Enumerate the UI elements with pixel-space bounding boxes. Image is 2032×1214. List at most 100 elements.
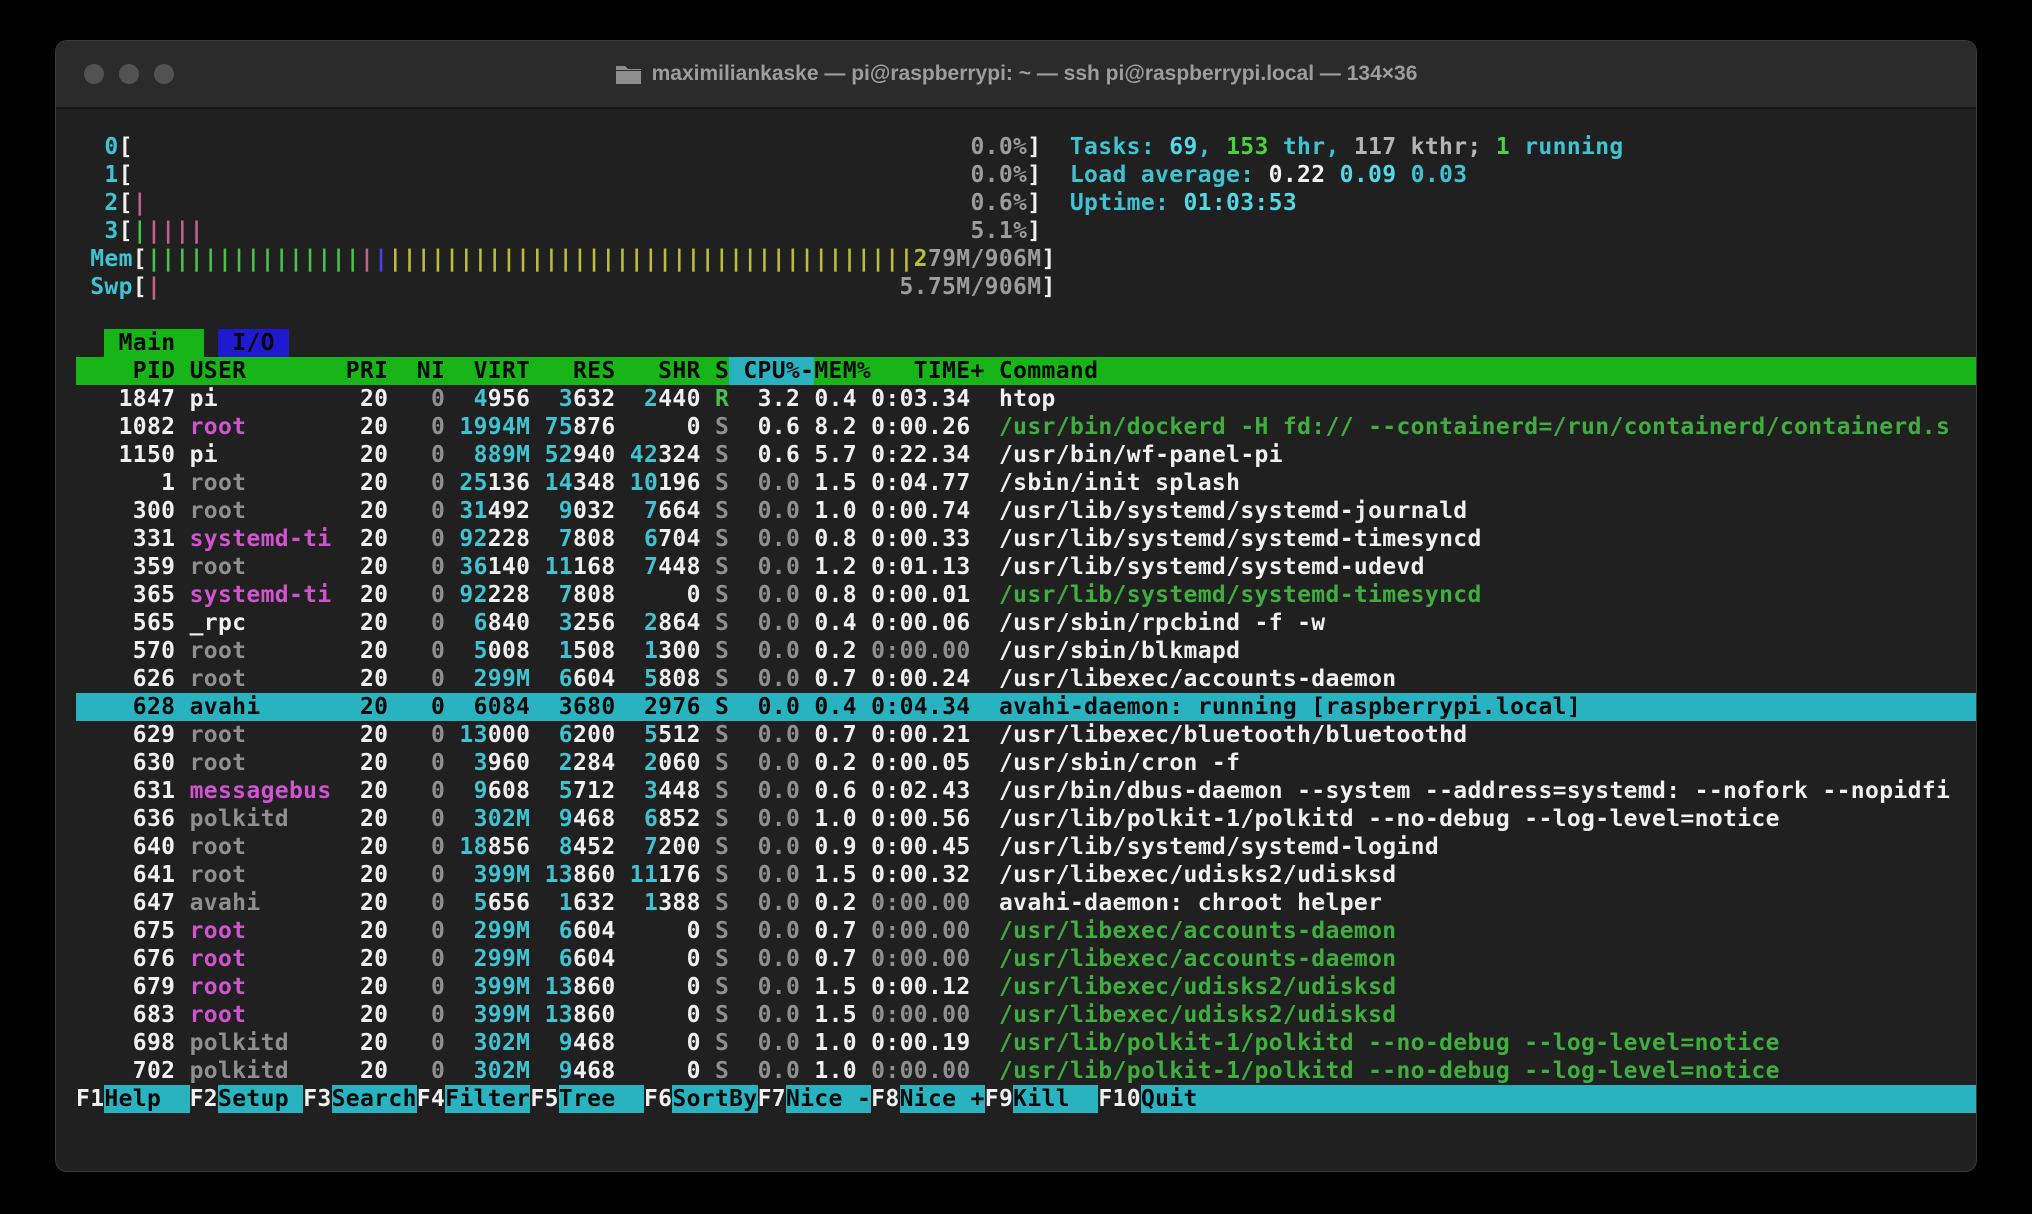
- memory-value: 860: [573, 973, 616, 1001]
- time-cell: 0:00.01: [857, 581, 971, 609]
- text-segment: [175, 525, 189, 553]
- close-button[interactable]: [84, 64, 104, 84]
- mem-meter: Mem[||||||||||||||||||||||||||||||||||||…: [76, 245, 1976, 273]
- command-cell: /usr/lib/systemd/systemd-timesyncd: [999, 525, 1482, 553]
- memory-value: 228: [488, 525, 531, 553]
- memory-value: 136: [488, 469, 531, 497]
- column-header-mem[interactable]: MEM%: [814, 357, 871, 385]
- process-row-641[interactable]: 641 root 20 0 399M 13860 11176 S 0.0 1.5…: [76, 861, 1976, 889]
- process-row-359[interactable]: 359 root 20 0 36140 11168 7448 S 0.0 1.2…: [76, 553, 1976, 581]
- column-header-cpu-sorted[interactable]: CPU%-: [729, 357, 814, 385]
- zoom-button[interactable]: [154, 64, 174, 84]
- cpu-percent-cell: 0.0: [729, 609, 800, 637]
- pri-cell: 20: [332, 609, 389, 637]
- column-header-virt[interactable]: VIRT: [445, 357, 530, 385]
- state-cell: R: [715, 385, 729, 413]
- column-header-user[interactable]: USER: [190, 357, 332, 385]
- minimize-button[interactable]: [119, 64, 139, 84]
- text-segment: [175, 357, 189, 385]
- memory-value: 7: [559, 525, 573, 553]
- user-cell: polkitd: [190, 805, 332, 833]
- text-segment: [616, 889, 644, 917]
- meter-open-bracket: [: [119, 189, 133, 217]
- process-row-300[interactable]: 300 root 20 0 31492 9032 7664 S 0.0 1.0 …: [76, 497, 1976, 525]
- memory-value: 299M: [474, 945, 531, 973]
- text-segment: [616, 917, 687, 945]
- process-row-636[interactable]: 636 polkitd 20 0 302M 9468 6852 S 0.0 1.…: [76, 805, 1976, 833]
- memory-value: 9: [474, 777, 488, 805]
- fkey-sortby[interactable]: SortBy: [672, 1085, 757, 1113]
- column-header-shr[interactable]: SHR: [616, 357, 701, 385]
- column-header-command[interactable]: Command: [999, 357, 1098, 385]
- process-row-647[interactable]: 647 avahi 20 0 5656 1632 1388 S 0.0 0.2 …: [76, 889, 1976, 917]
- process-row-683[interactable]: 683 root 20 0 399M 13860 0 S 0.0 1.5 0:0…: [76, 1001, 1976, 1029]
- fkey-filter[interactable]: Filter: [445, 1085, 530, 1113]
- text-segment: [445, 637, 473, 665]
- mem-percent-cell: 1.5: [800, 973, 857, 1001]
- fkey-nice-[interactable]: Nice +: [900, 1085, 985, 1113]
- column-header-time[interactable]: TIME+: [871, 357, 985, 385]
- mem-percent-cell: 1.0: [800, 1029, 857, 1057]
- memory-value: 0: [687, 413, 701, 441]
- fkey-search[interactable]: Search: [332, 1085, 417, 1113]
- process-row-570[interactable]: 570 root 20 0 5008 1508 1300 S 0.0 0.2 0…: [76, 637, 1976, 665]
- process-row-1847[interactable]: 1847 pi 20 0 4956 3632 2440 R 3.2 0.4 0:…: [76, 385, 1976, 413]
- process-row-640[interactable]: 640 root 20 0 18856 8452 7200 S 0.0 0.9 …: [76, 833, 1976, 861]
- column-header-state[interactable]: S: [715, 357, 729, 385]
- process-row-629[interactable]: 629 root 20 0 13000 6200 5512 S 0.0 0.7 …: [76, 721, 1976, 749]
- pri-cell: 20: [332, 637, 389, 665]
- tab-main[interactable]: Main: [104, 329, 203, 357]
- column-header-pid[interactable]: PID: [76, 357, 175, 385]
- fkey-nice-[interactable]: Nice -: [786, 1085, 871, 1113]
- fkey-quit[interactable]: Quit: [1141, 1085, 1226, 1113]
- text-segment: [616, 693, 644, 721]
- htop-screen: 0[ 0.0%] Tasks: 69, 153 thr, 117 kthr; 1…: [56, 109, 1976, 1171]
- text-segment: [616, 1029, 687, 1057]
- state-cell: S: [715, 609, 729, 637]
- process-row-1[interactable]: 1 root 20 0 25136 14348 10196 S 0.0 1.5 …: [76, 469, 1976, 497]
- process-row-365[interactable]: 365 systemd-ti 20 0 92228 7808 0 S 0.0 0…: [76, 581, 1976, 609]
- time-cell: 0:00.06: [857, 609, 971, 637]
- process-row-565[interactable]: 565 _rpc 20 0 6840 3256 2864 S 0.0 0.4 0…: [76, 609, 1976, 637]
- process-row-626[interactable]: 626 root 20 0 299M 6604 5808 S 0.0 0.7 0…: [76, 665, 1976, 693]
- process-row-631[interactable]: 631 messagebus 20 0 9608 5712 3448 S 0.0…: [76, 777, 1976, 805]
- column-header-res[interactable]: RES: [530, 357, 615, 385]
- pid-cell: 365: [76, 581, 175, 609]
- time-cell: 0:02.43: [857, 777, 971, 805]
- state-cell: S: [715, 1029, 729, 1057]
- process-row-628[interactable]: 628 avahi 20 0 6084 3680 2976 S 0.0 0.4 …: [76, 693, 1976, 721]
- memory-value: 468: [573, 805, 616, 833]
- process-row-1082[interactable]: 1082 root 20 0 1994M 75876 0 S 0.6 8.2 0…: [76, 413, 1976, 441]
- fkey-setup[interactable]: Setup: [218, 1085, 303, 1113]
- process-row-702[interactable]: 702 polkitd 20 0 302M 9468 0 S 0.0 1.0 0…: [76, 1057, 1976, 1085]
- process-row-675[interactable]: 675 root 20 0 299M 6604 0 S 0.0 0.7 0:00…: [76, 917, 1976, 945]
- time-cell: 0:00.00: [857, 945, 971, 973]
- fkey-number-f7: F7: [758, 1085, 786, 1113]
- text-segment: [971, 469, 999, 497]
- fkey-tree[interactable]: Tree: [559, 1085, 644, 1113]
- fkey-number-f2: F2: [190, 1085, 218, 1113]
- fkey-number-f3: F3: [303, 1085, 331, 1113]
- mem-percent-cell: 0.6: [800, 777, 857, 805]
- fkey-number-f1: F1: [76, 1085, 104, 1113]
- terminal-window: maximiliankaske — pi@raspberrypi: ~ — ss…: [55, 40, 1977, 1172]
- process-row-630[interactable]: 630 root 20 0 3960 2284 2060 S 0.0 0.2 0…: [76, 749, 1976, 777]
- pid-cell: 1150: [76, 441, 175, 469]
- fkey-help[interactable]: Help: [104, 1085, 189, 1113]
- process-row-1150[interactable]: 1150 pi 20 0 889M 52940 42324 S 0.6 5.7 …: [76, 441, 1976, 469]
- column-header-ni[interactable]: NI: [388, 357, 445, 385]
- user-cell: root: [190, 917, 332, 945]
- memory-value: 4: [474, 385, 488, 413]
- tab-io[interactable]: I/O: [218, 329, 289, 357]
- cpu-meter-value: 5.1%: [970, 217, 1027, 245]
- fkey-kill[interactable]: Kill: [1013, 1085, 1098, 1113]
- process-row-698[interactable]: 698 polkitd 20 0 302M 9468 0 S 0.0 1.0 0…: [76, 1029, 1976, 1057]
- process-row-331[interactable]: 331 systemd-ti 20 0 92228 7808 6704 S 0.…: [76, 525, 1976, 553]
- pid-cell: 300: [76, 497, 175, 525]
- process-row-676[interactable]: 676 root 20 0 299M 6604 0 S 0.0 0.7 0:00…: [76, 945, 1976, 973]
- memory-value: 604: [573, 665, 616, 693]
- memory-value: 0: [687, 973, 701, 1001]
- column-header-pri[interactable]: PRI: [332, 357, 389, 385]
- meter-open-bracket: [: [119, 133, 133, 161]
- process-row-679[interactable]: 679 root 20 0 399M 13860 0 S 0.0 1.5 0:0…: [76, 973, 1976, 1001]
